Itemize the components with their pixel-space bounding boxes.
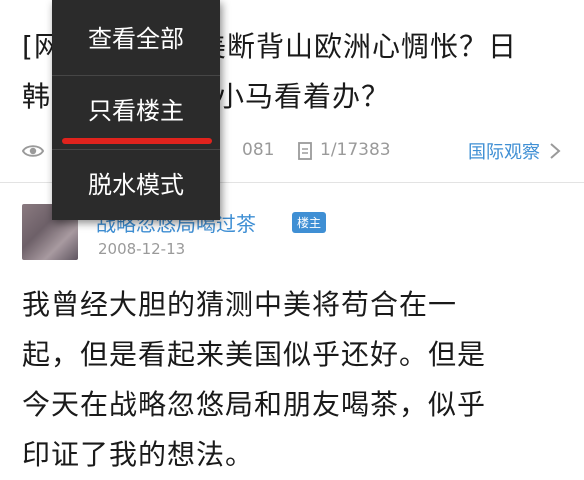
content-line: 我曾经大胆的猜测中美将苟合在一 [22, 288, 458, 321]
category-link[interactable]: 国际观察 [468, 138, 540, 164]
chevron-right-icon[interactable] [548, 142, 562, 160]
menu-item-condensed-mode[interactable]: 脱水模式 [52, 150, 220, 220]
menu-item-op-only[interactable]: 只看楼主 [52, 76, 220, 146]
content-line: 起，但是看起来美国似乎还好。但是 [22, 338, 487, 371]
post-content: 我曾经大胆的猜测中美将苟合在一 起，但是看起来美国似乎还好。但是 今天在战略忽悠… [22, 280, 552, 480]
content-line: 今天在战略忽悠局和朋友喝茶，似乎 [22, 388, 487, 421]
selection-underline [62, 138, 212, 144]
menu-item-view-all[interactable]: 查看全部 [52, 4, 220, 74]
post-date: 2008-12-13 [98, 240, 186, 258]
eye-icon [22, 145, 44, 157]
content-line: 印证了我的想法。 [22, 438, 255, 471]
view-count: 081 [242, 140, 275, 160]
page-count: 1/17383 [320, 140, 391, 160]
filter-menu: 查看全部 只看楼主 脱水模式 [52, 0, 220, 220]
document-icon [298, 142, 312, 160]
op-badge: 楼主 [292, 212, 327, 233]
